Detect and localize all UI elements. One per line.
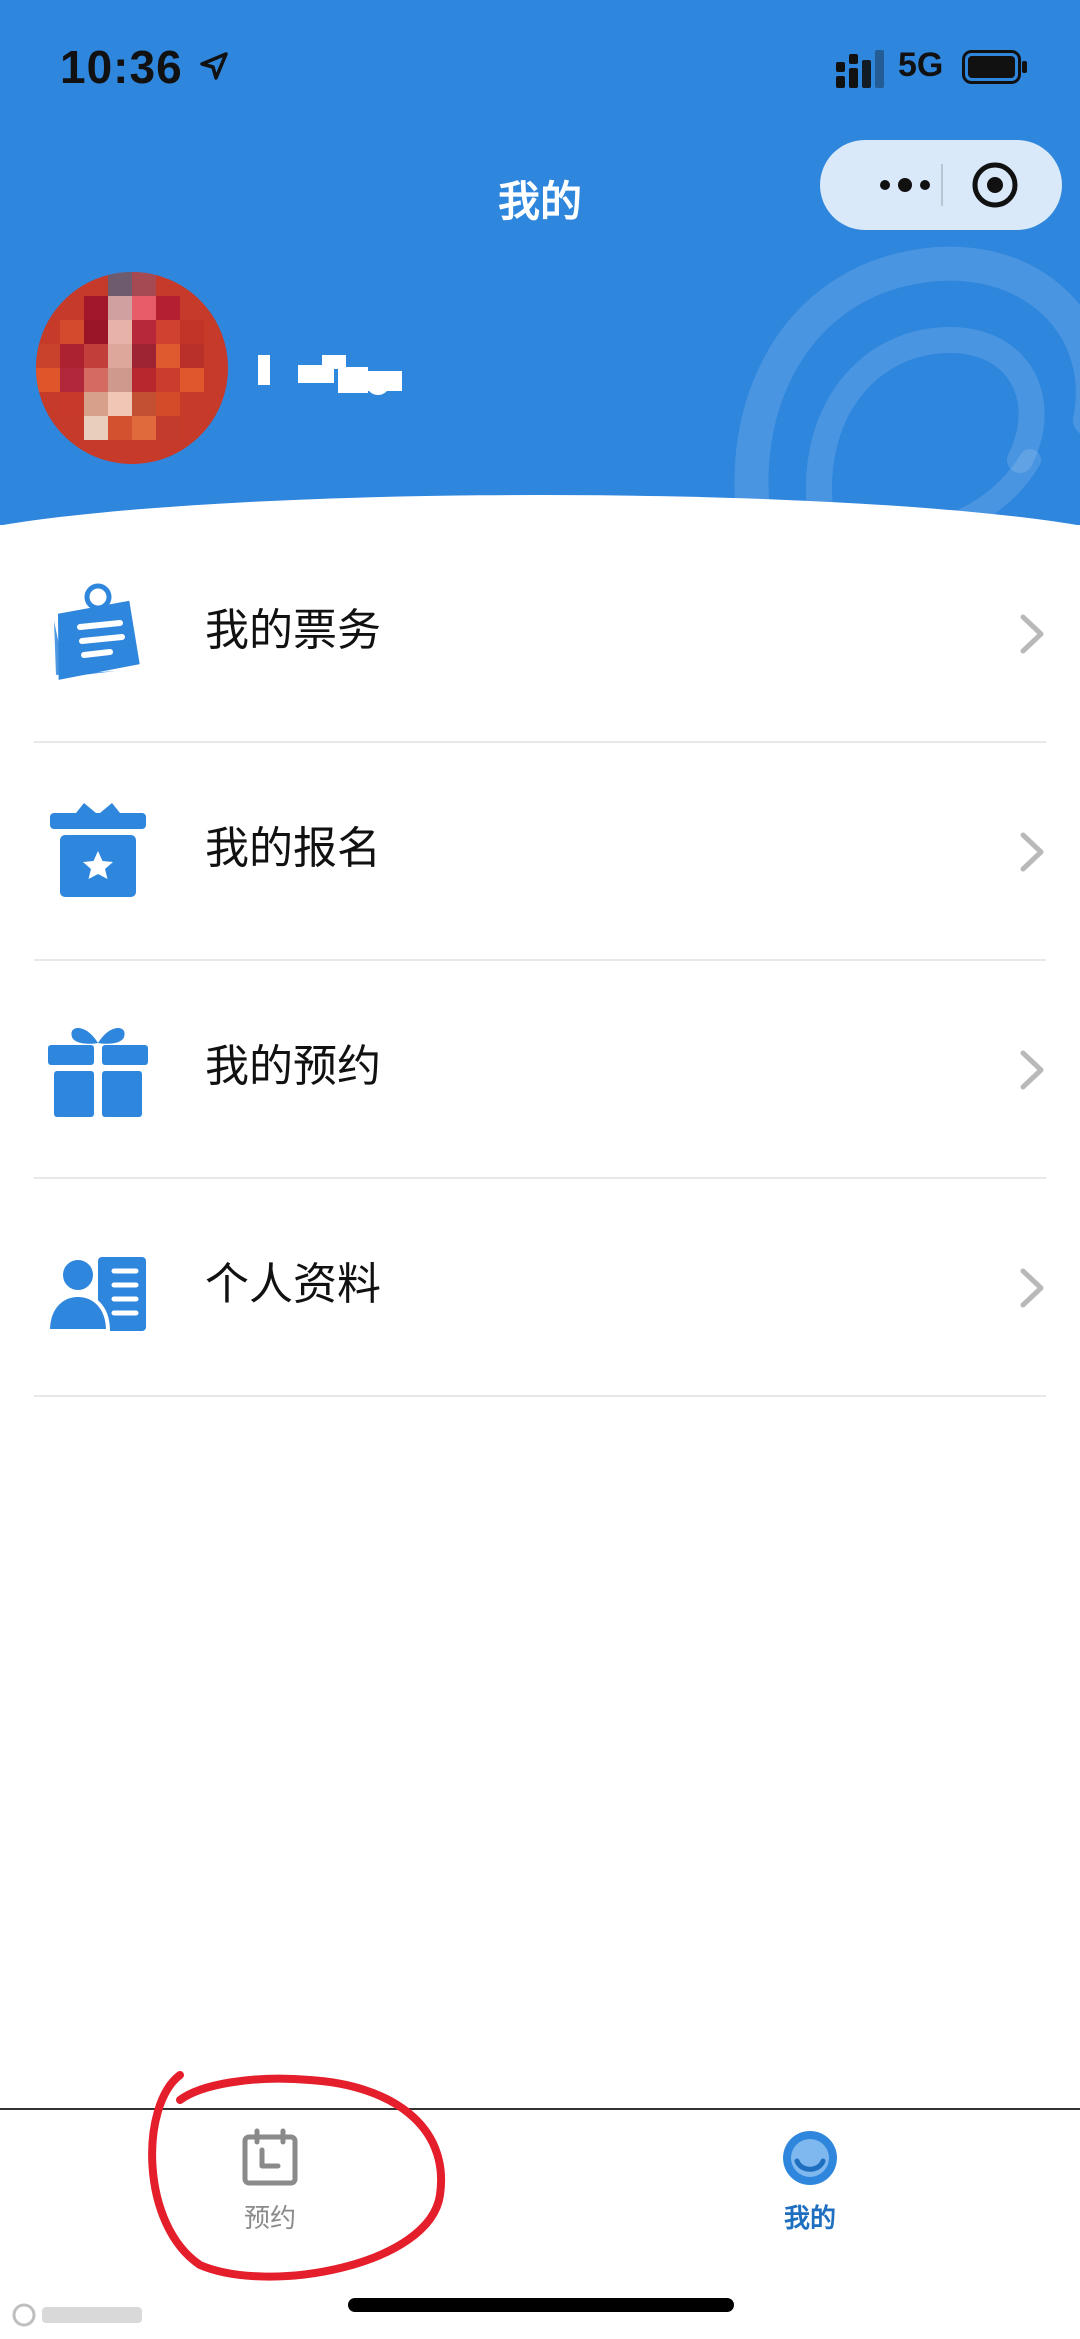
menu-item-tickets[interactable]: 我的票务 — [0, 525, 1080, 743]
user-circle-icon — [783, 2131, 837, 2185]
calendar-icon — [242, 2128, 298, 2186]
signal-icon — [836, 50, 884, 88]
chevron-right-icon — [1020, 614, 1044, 654]
menu-label-tickets: 我的票务 — [205, 605, 381, 656]
menu-label-registrations: 我的报名 — [205, 823, 381, 874]
target-close-icon[interactable] — [970, 160, 1020, 210]
home-indicator — [348, 2298, 734, 2312]
corner-watermark-logo — [12, 2303, 142, 2327]
battery-icon — [962, 50, 1027, 84]
header-watermark-icon — [734, 246, 1080, 525]
tab-label-reservation: 预约 — [243, 2204, 296, 2234]
mini-program-capsule — [820, 140, 1062, 230]
menu-item-reservations[interactable]: 我的预约 — [0, 961, 1080, 1179]
chevron-right-icon — [1020, 1268, 1044, 1308]
chevron-right-icon — [1020, 1050, 1044, 1090]
tab-mine[interactable]: 我的 — [540, 2110, 1080, 2250]
gift-box-star-icon — [50, 803, 146, 897]
status-time: 10:36 — [60, 41, 183, 93]
menu-item-registrations[interactable]: 我的报名 — [0, 743, 1080, 961]
location-arrow-icon — [200, 52, 228, 80]
tab-reservation[interactable]: 预约 — [0, 2110, 540, 2250]
menu-list: 我的票务 我的报名 我的预约 个人资料 — [0, 525, 1080, 1397]
profile-card-icon — [46, 1256, 146, 1333]
menu-label-profile: 个人资料 — [205, 1259, 381, 1310]
gift-icon — [48, 1027, 148, 1117]
status-bar: 10:36 5G — [0, 0, 1080, 135]
redacted-nickname — [258, 355, 402, 395]
capsule-divider — [941, 164, 943, 206]
tab-label-mine: 我的 — [783, 2204, 836, 2234]
more-dots-icon[interactable] — [860, 166, 950, 204]
header: 10:36 5G 我的 — [0, 0, 1080, 525]
menu-label-reservations: 我的预约 — [205, 1041, 381, 1092]
menu-item-profile[interactable]: 个人资料 — [0, 1179, 1080, 1397]
chevron-right-icon — [1020, 832, 1044, 872]
menu-divider — [34, 1395, 1046, 1397]
avatar[interactable] — [36, 272, 228, 464]
network-type: 5G — [898, 46, 944, 84]
ticket-clipboard-icon — [54, 583, 140, 680]
